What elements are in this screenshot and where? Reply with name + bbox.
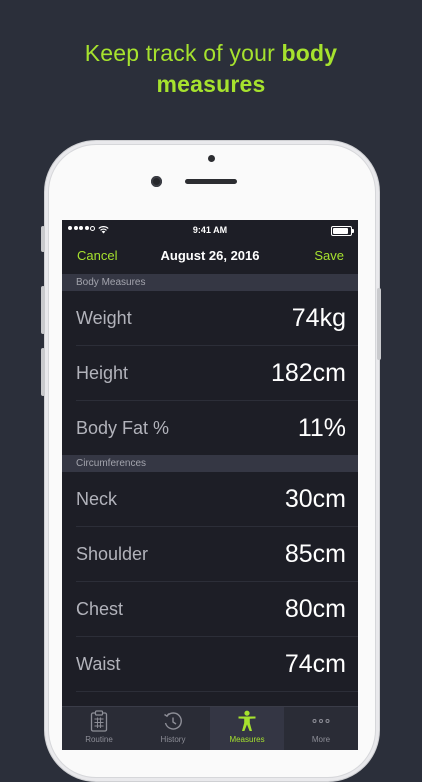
tab-more[interactable]: More	[284, 707, 358, 750]
measure-value: 30cm	[284, 485, 346, 513]
measure-value: 74kg	[291, 304, 346, 332]
tab-bar: Routine History Measures More	[62, 706, 358, 750]
measure-row-waist[interactable]: Waist 74cm	[62, 637, 358, 692]
headline-text-2: body	[281, 40, 338, 66]
measure-label: Shoulder	[76, 544, 149, 564]
history-clock-icon	[164, 712, 182, 730]
measure-value: 85cm	[284, 540, 346, 568]
save-button[interactable]: Save	[314, 248, 344, 263]
tab-label: More	[311, 735, 331, 744]
measure-row-height[interactable]: Height 182cm	[62, 346, 358, 401]
section-header-circumferences: Circumferences	[62, 455, 358, 472]
measure-label: Waist	[76, 654, 121, 674]
promo-headline: Keep track of your body measures	[0, 38, 422, 100]
more-dots-icon	[312, 719, 330, 723]
section-header-body-measures: Body Measures	[62, 274, 358, 291]
headline-text-1: Keep track of your	[84, 40, 282, 66]
measure-value: 80cm	[284, 595, 346, 623]
measure-value: 11%	[297, 414, 346, 442]
battery-icon	[331, 226, 354, 236]
cancel-button[interactable]: Cancel	[77, 248, 117, 263]
clipboard-icon	[90, 710, 108, 732]
status-time: 9:41 AM	[192, 225, 228, 235]
volume-up-button	[41, 286, 45, 334]
measure-row-body-fat[interactable]: Body Fat % 11%	[62, 401, 358, 456]
tab-label: Measures	[229, 735, 265, 744]
row-divider	[76, 691, 358, 692]
status-bar: 9:41 AM	[62, 220, 358, 240]
measure-label: Weight	[76, 308, 132, 328]
front-camera	[151, 176, 162, 187]
measure-row-chest[interactable]: Chest 80cm	[62, 582, 358, 637]
measure-value: 74cm	[284, 650, 346, 678]
measure-row-shoulder[interactable]: Shoulder 85cm	[62, 527, 358, 582]
tab-label: Routine	[85, 735, 113, 744]
measure-row-weight[interactable]: Weight 74kg	[62, 291, 358, 346]
person-icon	[238, 710, 256, 731]
proximity-sensor	[208, 155, 215, 162]
volume-down-button	[41, 348, 45, 396]
tab-history[interactable]: History	[136, 707, 210, 750]
app-screen: 9:41 AM Cancel August 26, 2016 Save Body…	[62, 220, 358, 750]
measure-label: Chest	[76, 599, 124, 619]
measure-value: 182cm	[270, 359, 346, 387]
measure-label: Body Fat %	[76, 418, 170, 438]
tab-measures[interactable]: Measures	[210, 707, 284, 750]
measure-row-neck[interactable]: Neck 30cm	[62, 472, 358, 527]
measure-label: Height	[76, 363, 129, 383]
navigation-bar: Cancel August 26, 2016 Save	[62, 240, 358, 274]
power-button	[377, 288, 381, 360]
earpiece-speaker	[185, 179, 237, 184]
tab-label: History	[160, 735, 186, 744]
headline-text-3: measures	[156, 71, 266, 97]
tab-routine[interactable]: Routine	[62, 707, 136, 750]
measure-label: Neck	[76, 489, 118, 509]
mute-switch	[41, 226, 45, 252]
